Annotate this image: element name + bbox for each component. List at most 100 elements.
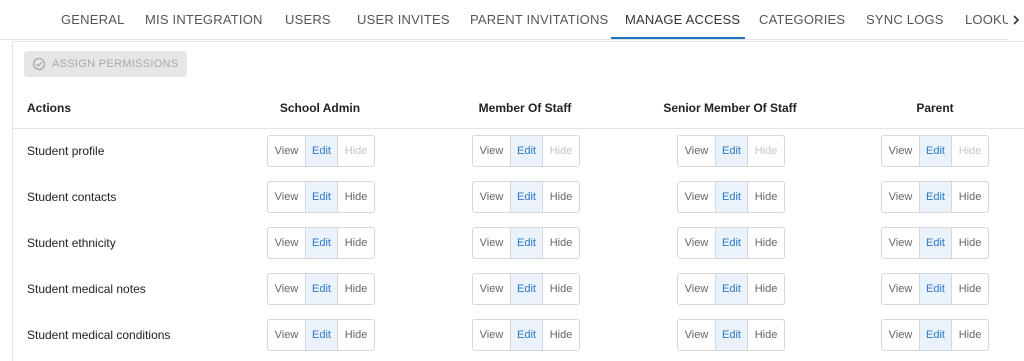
tab-lookups[interactable]: LOOKUPS	[965, 0, 1012, 40]
view-option-button[interactable]: View	[473, 320, 510, 350]
view-option-button[interactable]: View	[882, 320, 919, 350]
edit-option-button[interactable]: Edit	[715, 228, 748, 258]
row-label-student-profile: Student profile	[27, 144, 105, 158]
edit-option-button[interactable]: Edit	[305, 320, 338, 350]
permission-toggle-group: View Edit Hide	[677, 273, 785, 305]
edit-option-button[interactable]: Edit	[305, 136, 338, 166]
view-option-button[interactable]: View	[882, 228, 919, 258]
edit-option-button[interactable]: Edit	[715, 136, 748, 166]
assign-permissions-label: ASSIGN PERMISSIONS	[52, 58, 179, 70]
check-circle-icon	[32, 57, 46, 71]
permission-toggle-group: View Edit Hide	[677, 181, 785, 213]
view-option-button[interactable]: View	[268, 320, 305, 350]
hide-option-button: Hide	[754, 145, 778, 157]
view-option-button[interactable]: View	[268, 182, 305, 212]
permission-toggle-group: View Edit Hide	[472, 319, 580, 351]
row-label-student-medical-conditions: Student medical conditions	[27, 328, 171, 342]
hide-option-button[interactable]: Hide	[748, 228, 784, 258]
chevron-right-icon	[1013, 15, 1020, 25]
hide-option-button[interactable]: Hide	[952, 228, 988, 258]
hide-option-button[interactable]: Hide	[338, 228, 374, 258]
edit-option-button[interactable]: Edit	[510, 320, 543, 350]
tab-sync-logs[interactable]: SYNC LOGS	[866, 0, 944, 40]
tab-manage-access[interactable]: MANAGE ACCESS	[625, 0, 740, 40]
tab-user-invites[interactable]: USER INVITES	[357, 0, 450, 40]
tab-general[interactable]: GENERAL	[61, 0, 125, 40]
edit-option-button[interactable]: Edit	[305, 274, 338, 304]
hide-option-button[interactable]: Hide	[543, 228, 579, 258]
view-option-button[interactable]: View	[678, 320, 715, 350]
edit-option-button[interactable]: Edit	[510, 274, 543, 304]
permission-toggle-group: View Edit Hide	[881, 273, 989, 305]
edit-option-button[interactable]: Edit	[510, 182, 543, 212]
view-option-button[interactable]: View	[473, 274, 510, 304]
edit-option-button[interactable]: Edit	[715, 274, 748, 304]
view-option-button[interactable]: View	[882, 182, 919, 212]
view-option-button[interactable]: View	[678, 274, 715, 304]
tabs-scroll-right-button[interactable]	[1008, 0, 1024, 40]
edit-option-button[interactable]: Edit	[305, 182, 338, 212]
actions-header: Actions	[27, 101, 72, 115]
permission-toggle-group: View Edit Hide	[267, 227, 375, 259]
edit-option-button[interactable]: Edit	[715, 320, 748, 350]
hide-option-button[interactable]: Hide	[338, 274, 374, 304]
permission-toggle-group: View Edit Hide	[472, 273, 580, 305]
view-option-button[interactable]: View	[473, 136, 510, 166]
view-option-button[interactable]: View	[268, 136, 305, 166]
permission-toggle-group: View Edit Hide	[881, 319, 989, 351]
permission-toggle-group: View Edit Hide	[677, 319, 785, 351]
hide-option-button[interactable]: Hide	[543, 182, 579, 212]
permission-toggle-group: View Edit Hide	[881, 227, 989, 259]
edit-option-button[interactable]: Edit	[510, 228, 543, 258]
hide-option-button[interactable]: Hide	[952, 182, 988, 212]
view-option-button[interactable]: View	[678, 228, 715, 258]
assign-permissions-button[interactable]: ASSIGN PERMISSIONS	[24, 51, 187, 77]
permission-toggle-group: View Edit Hide	[267, 135, 375, 167]
tab-mis-integration[interactable]: MIS INTEGRATION	[145, 0, 263, 40]
view-option-button[interactable]: View	[882, 136, 919, 166]
view-option-button[interactable]: View	[882, 274, 919, 304]
permission-toggle-group: View Edit Hide	[267, 319, 375, 351]
hide-option-button[interactable]: Hide	[748, 182, 784, 212]
permission-toggle-group: View Edit Hide	[267, 181, 375, 213]
view-option-button[interactable]: View	[268, 274, 305, 304]
tab-users[interactable]: USERS	[285, 0, 331, 40]
edit-option-button[interactable]: Edit	[919, 228, 952, 258]
permission-toggle-group: View Edit Hide	[677, 227, 785, 259]
edit-option-button[interactable]: Edit	[919, 320, 952, 350]
hide-option-button: Hide	[958, 145, 982, 157]
edit-option-button[interactable]: Edit	[919, 274, 952, 304]
permission-toggle-group: View Edit Hide	[881, 135, 989, 167]
hide-option-button[interactable]: Hide	[338, 182, 374, 212]
tab-parent-invitations[interactable]: PARENT INVITATIONS	[470, 0, 608, 40]
edit-option-button[interactable]: Edit	[919, 136, 952, 166]
view-option-button[interactable]: View	[678, 136, 715, 166]
hide-option-button[interactable]: Hide	[952, 274, 988, 304]
hide-option-button[interactable]: Hide	[543, 320, 579, 350]
row-label-student-contacts: Student contacts	[27, 190, 117, 204]
hide-option-button: Hide	[549, 145, 573, 157]
hide-option-button[interactable]: Hide	[543, 274, 579, 304]
hide-option-button[interactable]: Hide	[952, 320, 988, 350]
row-label-student-ethnicity: Student ethnicity	[27, 236, 116, 250]
view-option-button[interactable]: View	[678, 182, 715, 212]
hide-option-button: Hide	[344, 145, 368, 157]
edit-option-button[interactable]: Edit	[305, 228, 338, 258]
edit-option-button[interactable]: Edit	[919, 182, 952, 212]
hide-option-button[interactable]: Hide	[338, 320, 374, 350]
view-option-button[interactable]: View	[268, 228, 305, 258]
hide-option-button[interactable]: Hide	[748, 320, 784, 350]
tab-overflow-clip: LOOKUPS	[950, 0, 1012, 40]
edit-option-button[interactable]: Edit	[715, 182, 748, 212]
active-tab-indicator	[611, 37, 745, 39]
hide-option-button[interactable]: Hide	[748, 274, 784, 304]
role-header-parent: Parent	[916, 101, 954, 115]
view-option-button[interactable]: View	[473, 228, 510, 258]
permission-toggle-group: View Edit Hide	[881, 181, 989, 213]
view-option-button[interactable]: View	[473, 182, 510, 212]
permission-toggle-group: View Edit Hide	[472, 181, 580, 213]
role-header-school-admin: School Admin	[279, 101, 361, 115]
tab-categories[interactable]: CATEGORIES	[759, 0, 845, 40]
edit-option-button[interactable]: Edit	[510, 136, 543, 166]
permission-toggle-group: View Edit Hide	[472, 135, 580, 167]
